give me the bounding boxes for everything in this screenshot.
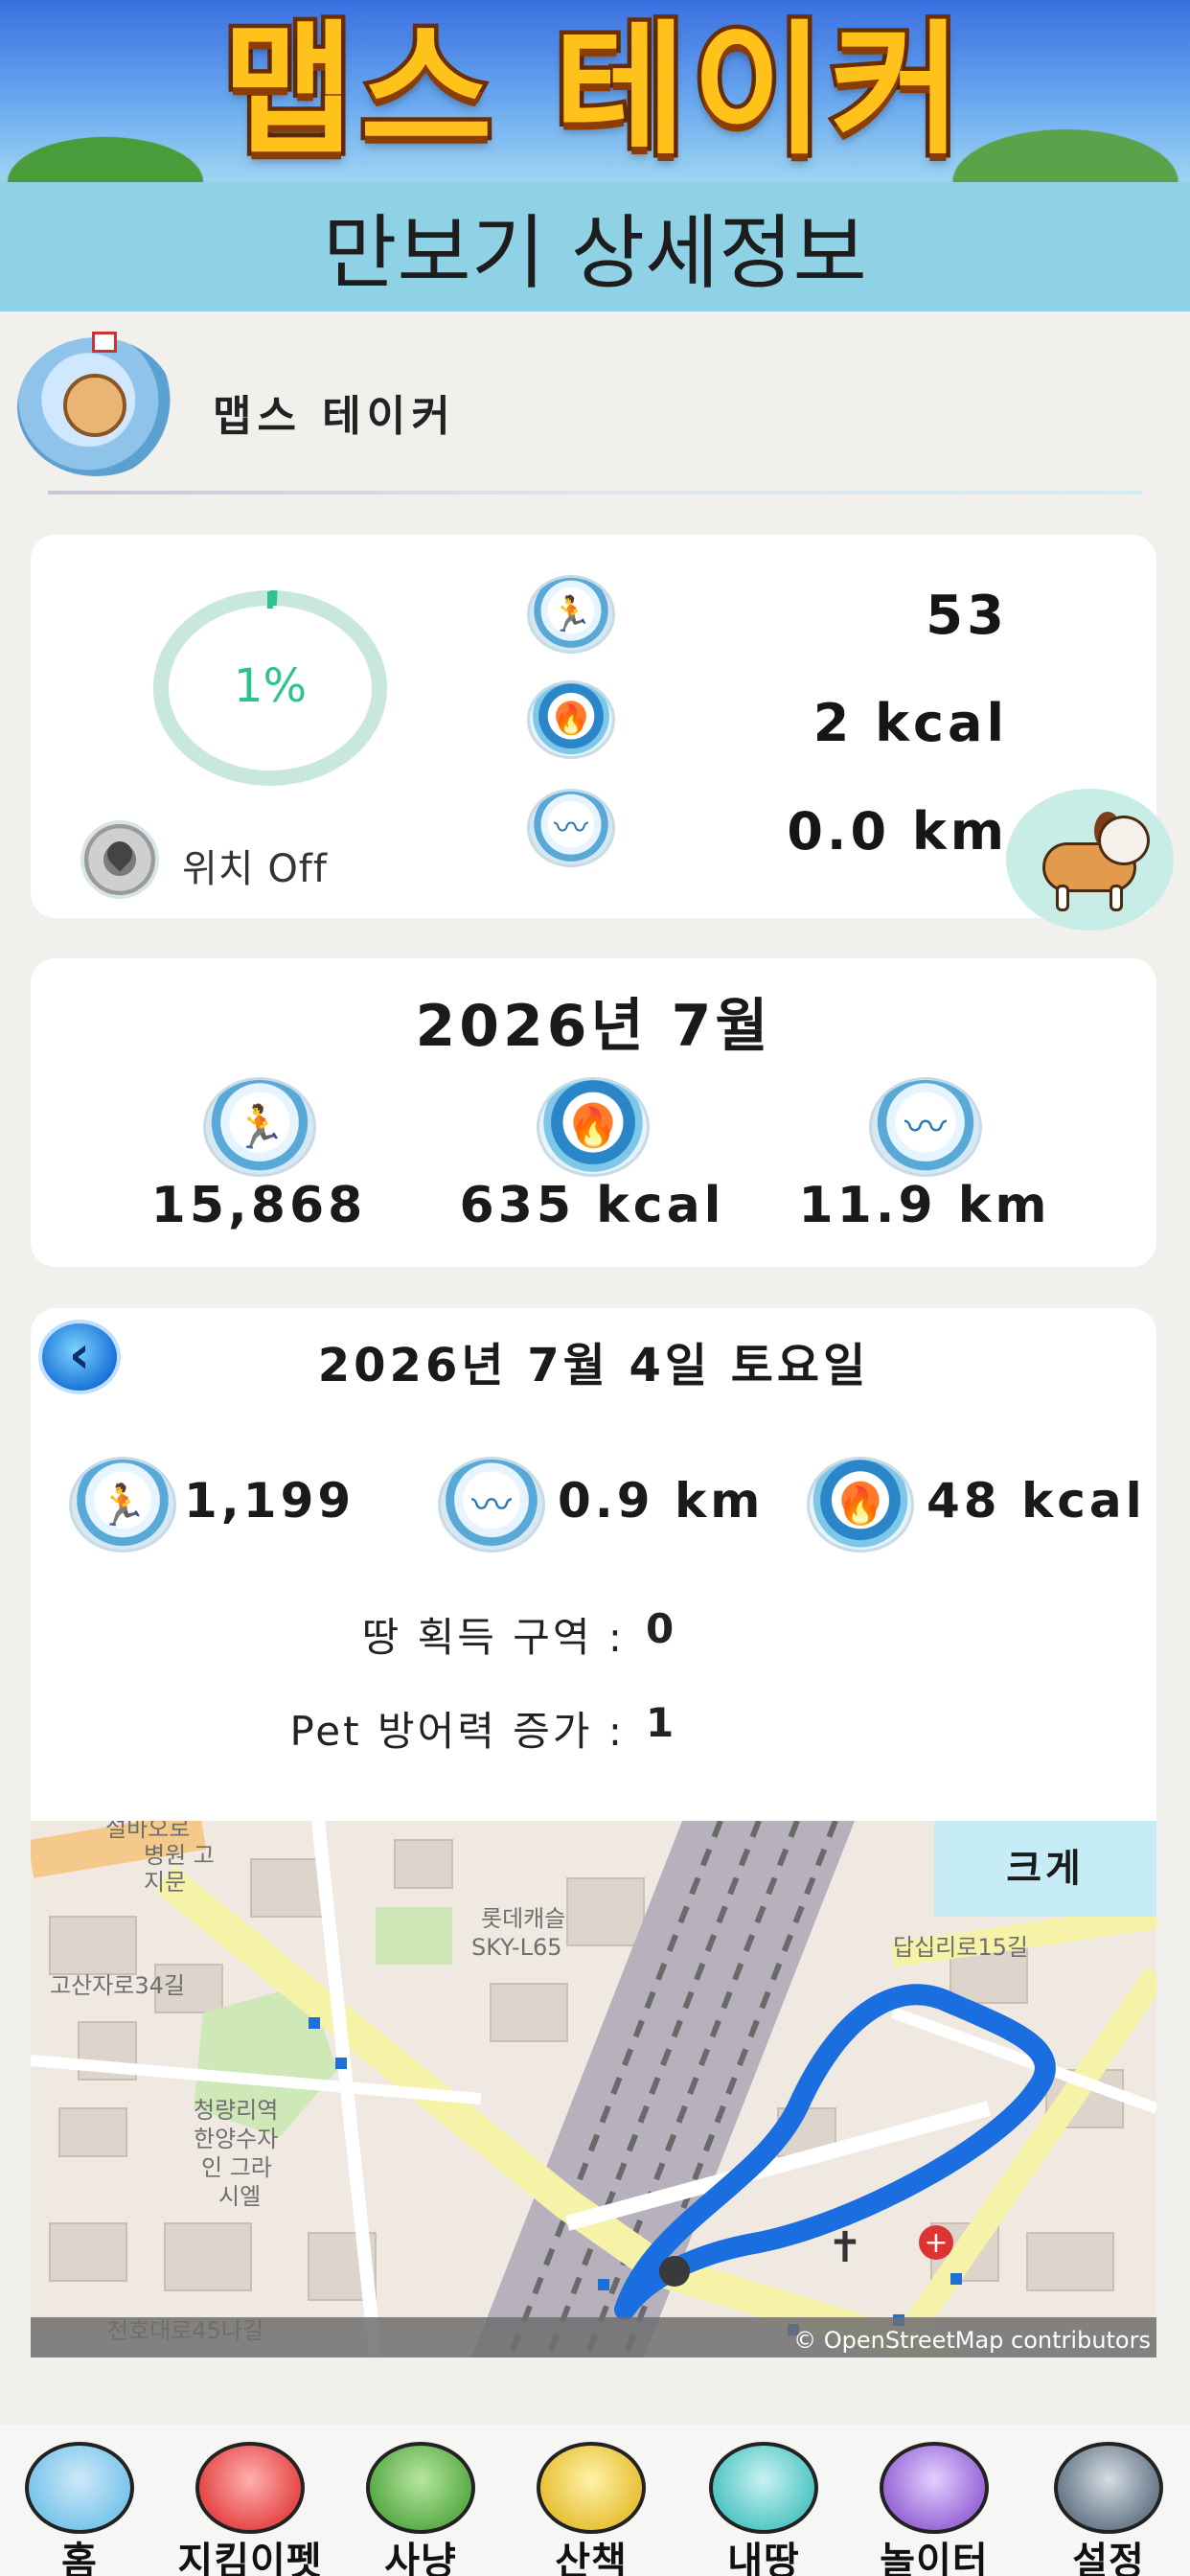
walking-steps-icon: 🏃 xyxy=(69,1457,176,1552)
walk-route-map[interactable]: + ✝ 설바오로 병원 고 지문 고산자로34길 청량리역 한양수자 인 그라 시엘 롯데… xyxy=(31,1821,1156,2358)
svg-text:시엘: 시엘 xyxy=(218,2183,261,2210)
nav-label-walk: 산책 xyxy=(555,2540,628,2576)
today-summary-card: 1% 위치 Off 🏃 🔥 〰 53 2 kcal 0.0 km xyxy=(31,535,1174,931)
day-calories: 48 kcal xyxy=(927,1473,1146,1529)
land-acquired-label: 땅 획득 구역 : xyxy=(361,1614,625,1661)
day-steps: 1,199 xyxy=(184,1473,355,1529)
nav-item-hunt[interactable]: 사냥 xyxy=(339,2442,502,2576)
app-banner: 맵스 테이커 xyxy=(0,0,1190,182)
nav-label-playground: 놀이터 xyxy=(880,2540,989,2576)
month-steps: 15,868 xyxy=(150,1177,367,1234)
map-attribution[interactable]: © OpenStreetMap contributors xyxy=(793,2327,1151,2354)
month-calories: 635 kcal xyxy=(459,1177,725,1234)
divider xyxy=(48,491,1142,494)
banner-logo-title: 맵스 테이커 xyxy=(217,6,969,177)
day-title: 2026년 7월 4일 토요일 xyxy=(317,1339,870,1392)
nav-item-settings[interactable]: 설정 xyxy=(1027,2442,1190,2576)
enlarge-map-button[interactable]: 크게 xyxy=(934,1821,1156,1917)
distance-route-icon: 〰 xyxy=(438,1457,545,1552)
progress-ring: 1% xyxy=(150,587,390,789)
svg-text:지문: 지문 xyxy=(144,1869,186,1896)
walk-icon xyxy=(537,2442,646,2534)
svg-text:고산자로34길: 고산자로34길 xyxy=(50,1972,185,1999)
svg-text:병원 고: 병원 고 xyxy=(144,1842,215,1869)
today-calories: 2 kcal xyxy=(812,693,1008,753)
page-header: 만보기 상세정보 xyxy=(0,182,1190,311)
pet-defense-value: 1 xyxy=(646,1699,675,1746)
guardian-pet-icon xyxy=(195,2442,305,2534)
distance-route-icon: 〰 xyxy=(869,1077,982,1177)
avatar[interactable] xyxy=(17,332,175,476)
playground-icon xyxy=(880,2442,989,2534)
daily-detail-card: ‹ 2026년 7월 4일 토요일 🏃 1,199 〰 0.9 km 🔥 48 … xyxy=(31,1308,1156,2358)
settings-gear-icon xyxy=(1054,2442,1163,2534)
home-icon xyxy=(25,2442,134,2534)
nav-item-walk[interactable]: 산책 xyxy=(510,2442,673,2576)
progress-percent: 1% xyxy=(233,659,308,713)
day-distance: 0.9 km xyxy=(558,1473,765,1529)
monthly-summary-card: 2026년 7월 🏃 🔥 〰 15,868 635 kcal 11.9 km xyxy=(31,958,1156,1267)
hunt-bow-icon xyxy=(366,2442,475,2534)
nav-item-my-land[interactable]: 내땅 xyxy=(682,2442,845,2576)
month-title: 2026년 7월 xyxy=(415,993,772,1060)
today-distance: 0.0 km xyxy=(787,801,1008,862)
svg-text:청량리역: 청량리역 xyxy=(194,2097,278,2124)
svg-text:✝: ✝ xyxy=(828,2223,863,2272)
profile-name: 맵스 테이커 xyxy=(213,392,456,441)
svg-text:SKY-L65: SKY-L65 xyxy=(471,1934,562,1961)
avatar-dog-icon xyxy=(63,374,126,437)
nav-item-guardian-pet[interactable]: 지킴이펫 xyxy=(169,2442,332,2576)
month-distance: 11.9 km xyxy=(798,1177,1051,1234)
location-toggle-icon[interactable] xyxy=(80,820,159,899)
svg-text:답십리로15길: 답십리로15길 xyxy=(893,1934,1028,1961)
svg-text:롯데캐슬: 롯데캐슬 xyxy=(481,1905,565,1932)
walking-steps-icon: 🏃 xyxy=(203,1077,316,1177)
kcal-fire-icon: 🔥 xyxy=(527,680,615,759)
svg-text:+: + xyxy=(924,2226,948,2260)
nav-item-playground[interactable]: 놀이터 xyxy=(853,2442,1016,2576)
profile-row: 맵스 테이커 xyxy=(0,326,1190,489)
pet-defense-label: Pet 방어력 증가 : xyxy=(289,1708,625,1755)
bottom-nav: 홈 지킴이펫 사냥 산책 내땅 놀이터 설정 xyxy=(0,2425,1190,2576)
nav-label-settings: 설정 xyxy=(1072,2540,1145,2576)
pet-dog-button[interactable] xyxy=(1006,789,1174,931)
kcal-fire-icon: 🔥 xyxy=(537,1077,650,1177)
location-status-label[interactable]: 위치 Off xyxy=(182,838,328,893)
svg-text:설바오로: 설바오로 xyxy=(105,1821,190,1842)
distance-route-icon: 〰 xyxy=(527,789,615,867)
avatar-flag-icon xyxy=(92,332,117,353)
page-title: 만보기 상세정보 xyxy=(323,206,867,300)
walking-steps-icon: 🏃 xyxy=(527,575,615,654)
my-land-icon xyxy=(709,2442,818,2534)
land-acquired-value: 0 xyxy=(646,1605,675,1652)
svg-text:인 그라: 인 그라 xyxy=(201,2154,272,2181)
nav-item-home[interactable]: 홈 xyxy=(0,2442,161,2576)
svg-text:한양수자: 한양수자 xyxy=(194,2126,278,2152)
kcal-fire-icon: 🔥 xyxy=(807,1457,914,1552)
today-steps: 53 xyxy=(926,585,1008,647)
